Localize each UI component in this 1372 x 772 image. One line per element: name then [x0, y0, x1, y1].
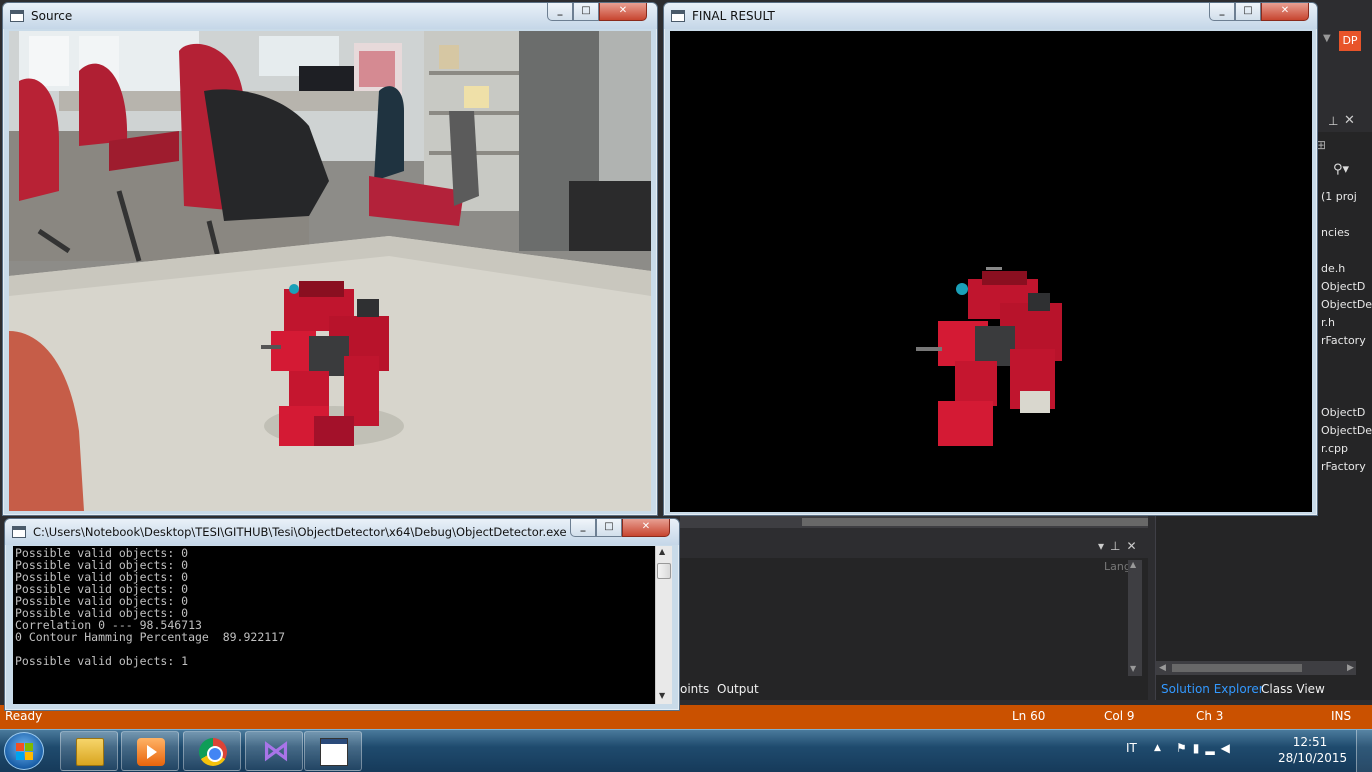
taskbar-console-button[interactable]: [304, 731, 362, 771]
tree-item[interactable]: ncies: [1321, 224, 1372, 242]
start-button[interactable]: [4, 732, 44, 770]
tree-item[interactable]: rFactory: [1321, 458, 1372, 476]
flag-icon[interactable]: ⚑: [1176, 741, 1193, 755]
tree-item[interactable]: ObjectDe: [1321, 422, 1372, 440]
system-tray: ⚑▮▂◀: [1176, 741, 1236, 755]
scroll-down-icon[interactable]: ▼: [1130, 664, 1136, 673]
language-column-header: Lang: [1104, 560, 1131, 573]
taskbar-visual-studio-button[interactable]: [245, 731, 303, 771]
status-char: Ch 3: [1196, 709, 1224, 723]
taskbar-media-player-button[interactable]: [121, 731, 179, 771]
minimize-button[interactable]: _: [570, 519, 596, 537]
language-indicator[interactable]: IT: [1126, 741, 1137, 755]
tree-item[interactable]: ObjectD: [1321, 404, 1372, 422]
window-icon: [671, 10, 685, 22]
show-desktop-button[interactable]: [1356, 730, 1372, 772]
tab-output[interactable]: Output: [717, 679, 759, 699]
scroll-up-icon[interactable]: ▲: [659, 547, 665, 556]
output-panel-header: ▾⊥✕: [680, 538, 1148, 558]
segmented-robot-image: [670, 31, 1312, 512]
horizontal-scrollbar[interactable]: ◀ ▶: [1156, 661, 1356, 675]
search-icon[interactable]: ⚲▾: [1333, 162, 1349, 177]
network-icon[interactable]: ▂: [1205, 741, 1220, 755]
close-button[interactable]: ✕: [1261, 3, 1309, 21]
maximize-button[interactable]: □: [1235, 3, 1261, 21]
status-text: Ready: [5, 709, 43, 723]
output-panel: ▾⊥✕ Lang ▲ ▼ oints Output: [680, 538, 1148, 700]
maximize-button[interactable]: □: [573, 3, 599, 21]
dropdown-icon[interactable]: ▾: [1098, 539, 1110, 553]
close-button[interactable]: ✕: [622, 519, 670, 537]
user-avatar[interactable]: DP: [1339, 31, 1361, 51]
tree-item[interactable]: de.h: [1321, 260, 1372, 278]
source-camera-image: [9, 31, 651, 511]
tree-item[interactable]: r.h: [1321, 314, 1372, 332]
volume-icon[interactable]: ◀: [1221, 741, 1236, 755]
console-output-text: Possible valid objects: 0 Possible valid…: [15, 546, 286, 668]
output-panel-tabs: oints Output: [680, 679, 1148, 700]
console-window-title: C:\Users\Notebook\Desktop\TESI\GITHUB\Te…: [33, 525, 567, 539]
scroll-right-icon[interactable]: ▶: [1347, 661, 1354, 675]
pin-icon[interactable]: ⊥: [1110, 539, 1126, 553]
maximize-button[interactable]: □: [596, 519, 622, 537]
folder-icon: [76, 738, 104, 766]
tree-item[interactable]: ObjectD: [1321, 278, 1372, 296]
final-result-window: FINAL RESULT _ □ ✕: [663, 2, 1318, 516]
panel-controls[interactable]: ▾⊥✕: [1098, 539, 1143, 553]
console-icon: [320, 738, 348, 766]
status-column: Col 9: [1104, 709, 1135, 723]
final-window-title: FINAL RESULT: [692, 9, 775, 23]
window-icon: [10, 10, 24, 22]
clock-time: 12:51: [1292, 735, 1328, 749]
status-insert-mode: INS: [1331, 709, 1352, 723]
clock-date: 28/10/2015: [1278, 751, 1348, 765]
close-icon[interactable]: ✕: [1344, 113, 1355, 128]
console-output-area[interactable]: Possible valid objects: 0 Possible valid…: [13, 546, 655, 704]
solution-tree: (1 proj ncies de.h ObjectD ObjectDe r.h …: [1321, 188, 1372, 476]
power-icon[interactable]: ▮: [1193, 741, 1206, 755]
tab-solution-explorer[interactable]: Solution Explorer: [1161, 679, 1264, 699]
source-window: Source _ □ ✕: [2, 2, 658, 516]
minimize-button[interactable]: _: [547, 3, 573, 21]
minimize-button[interactable]: _: [1209, 3, 1235, 21]
tab-class-view[interactable]: Class View: [1261, 679, 1325, 699]
tree-item[interactable]: rFactory: [1321, 332, 1372, 350]
chrome-icon: [199, 738, 227, 766]
console-icon: [12, 526, 26, 538]
scrollbar-thumb[interactable]: [1172, 664, 1302, 672]
taskbar-explorer-button[interactable]: [60, 731, 118, 771]
status-line: Ln 60: [1012, 709, 1046, 723]
chevron-down-icon[interactable]: ▼: [1323, 33, 1331, 44]
solution-panel-tabs: Solution Explorer Class View: [1156, 678, 1372, 700]
console-window: C:\Users\Notebook\Desktop\TESI\GITHUB\Te…: [4, 518, 680, 711]
tab-breakpoints[interactable]: oints: [680, 679, 709, 699]
vertical-scrollbar[interactable]: ▲ ▼: [1128, 560, 1142, 676]
tray-expand-icon[interactable]: ▲: [1154, 743, 1161, 753]
scroll-up-icon[interactable]: ▲: [1130, 560, 1136, 569]
clock[interactable]: 12:51 28/10/2015: [1278, 734, 1348, 766]
tree-item[interactable]: (1 proj: [1321, 188, 1372, 206]
scrollbar-thumb[interactable]: [802, 518, 1148, 526]
pin-icon[interactable]: ⊥: [1328, 114, 1338, 128]
tree-item[interactable]: ObjectDe: [1321, 296, 1372, 314]
scrollbar-thumb[interactable]: [657, 563, 671, 579]
windows-taskbar: IT ▲ ⚑▮▂◀ 12:51 28/10/2015: [0, 729, 1372, 772]
scroll-down-icon[interactable]: ▼: [659, 691, 665, 700]
source-window-title: Source: [31, 9, 73, 23]
visual-studio-icon: [261, 734, 290, 767]
close-button[interactable]: ✕: [599, 3, 647, 21]
windows-logo-icon: [16, 743, 33, 760]
scroll-left-icon[interactable]: ◀: [1159, 661, 1166, 675]
office-scene-image: [9, 31, 651, 511]
console-scrollbar[interactable]: ▲ ▼: [655, 546, 672, 704]
final-result-image: [670, 31, 1312, 512]
taskbar-chrome-button[interactable]: [183, 731, 241, 771]
tree-item[interactable]: r.cpp: [1321, 440, 1372, 458]
media-player-icon: [137, 738, 165, 766]
editor-horizontal-scrollbar[interactable]: [680, 516, 1148, 528]
close-icon[interactable]: ✕: [1126, 539, 1142, 553]
